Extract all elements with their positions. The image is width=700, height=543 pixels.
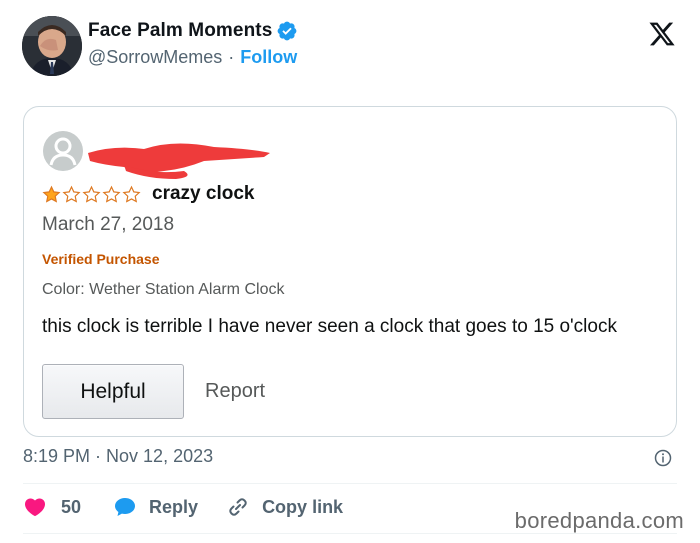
heart-icon: [24, 498, 46, 517]
author-avatar-image: [22, 16, 82, 76]
divider-top: [23, 483, 677, 484]
star-rating: [42, 185, 142, 204]
verified-badge-icon: [277, 21, 297, 41]
post-actions: 50 Reply Copy link: [23, 493, 371, 521]
helpful-button[interactable]: Helpful: [42, 364, 184, 419]
post-header: Face Palm Moments @SorrowMemes · Follow: [22, 16, 682, 78]
review-title[interactable]: crazy clock: [152, 183, 254, 205]
review-card[interactable]: crazy clock March 27, 2018 Verified Purc…: [23, 106, 677, 437]
star-empty-icon: [102, 185, 121, 203]
reply-label: Reply: [149, 496, 199, 517]
reviewer-avatar-icon: [43, 131, 83, 171]
product-variant: Color: Wether Station Alarm Clock: [42, 281, 285, 298]
like-button[interactable]: 50: [23, 495, 85, 519]
copy-link-button[interactable]: Copy link: [226, 495, 343, 519]
reply-button[interactable]: Reply: [113, 495, 198, 519]
follow-button[interactable]: Follow: [240, 47, 297, 68]
review-date: March 27, 2018: [42, 214, 175, 235]
name-row: Face Palm Moments: [88, 20, 298, 42]
like-count: 50: [61, 496, 82, 517]
author-avatar[interactable]: [22, 16, 82, 76]
star-empty-icon: [62, 185, 81, 203]
copy-link-label: Copy link: [262, 496, 344, 517]
info-icon[interactable]: [654, 449, 672, 467]
x-logo-icon[interactable]: [648, 20, 676, 48]
report-link[interactable]: Report: [205, 380, 265, 403]
watermark: boredpanda.com: [514, 508, 684, 533]
author-display-name[interactable]: Face Palm Moments: [88, 20, 272, 42]
star-filled-icon: [42, 185, 61, 203]
reply-bubble-icon: [115, 498, 136, 516]
post-timestamp[interactable]: 8:19 PM · Nov 12, 2023: [23, 446, 213, 467]
author-handle[interactable]: @SorrowMemes: [88, 47, 222, 68]
star-empty-icon: [82, 185, 101, 203]
rating-row: crazy clock: [42, 183, 254, 205]
link-icon: [229, 498, 247, 516]
handle-row: @SorrowMemes · Follow: [88, 47, 297, 68]
redacted-username-scribble: [88, 143, 270, 179]
star-empty-icon: [122, 185, 141, 203]
separator-dot: ·: [228, 47, 235, 67]
review-body: this clock is terrible I have never seen…: [42, 316, 617, 337]
verified-purchase-badge: Verified Purchase: [42, 251, 160, 267]
